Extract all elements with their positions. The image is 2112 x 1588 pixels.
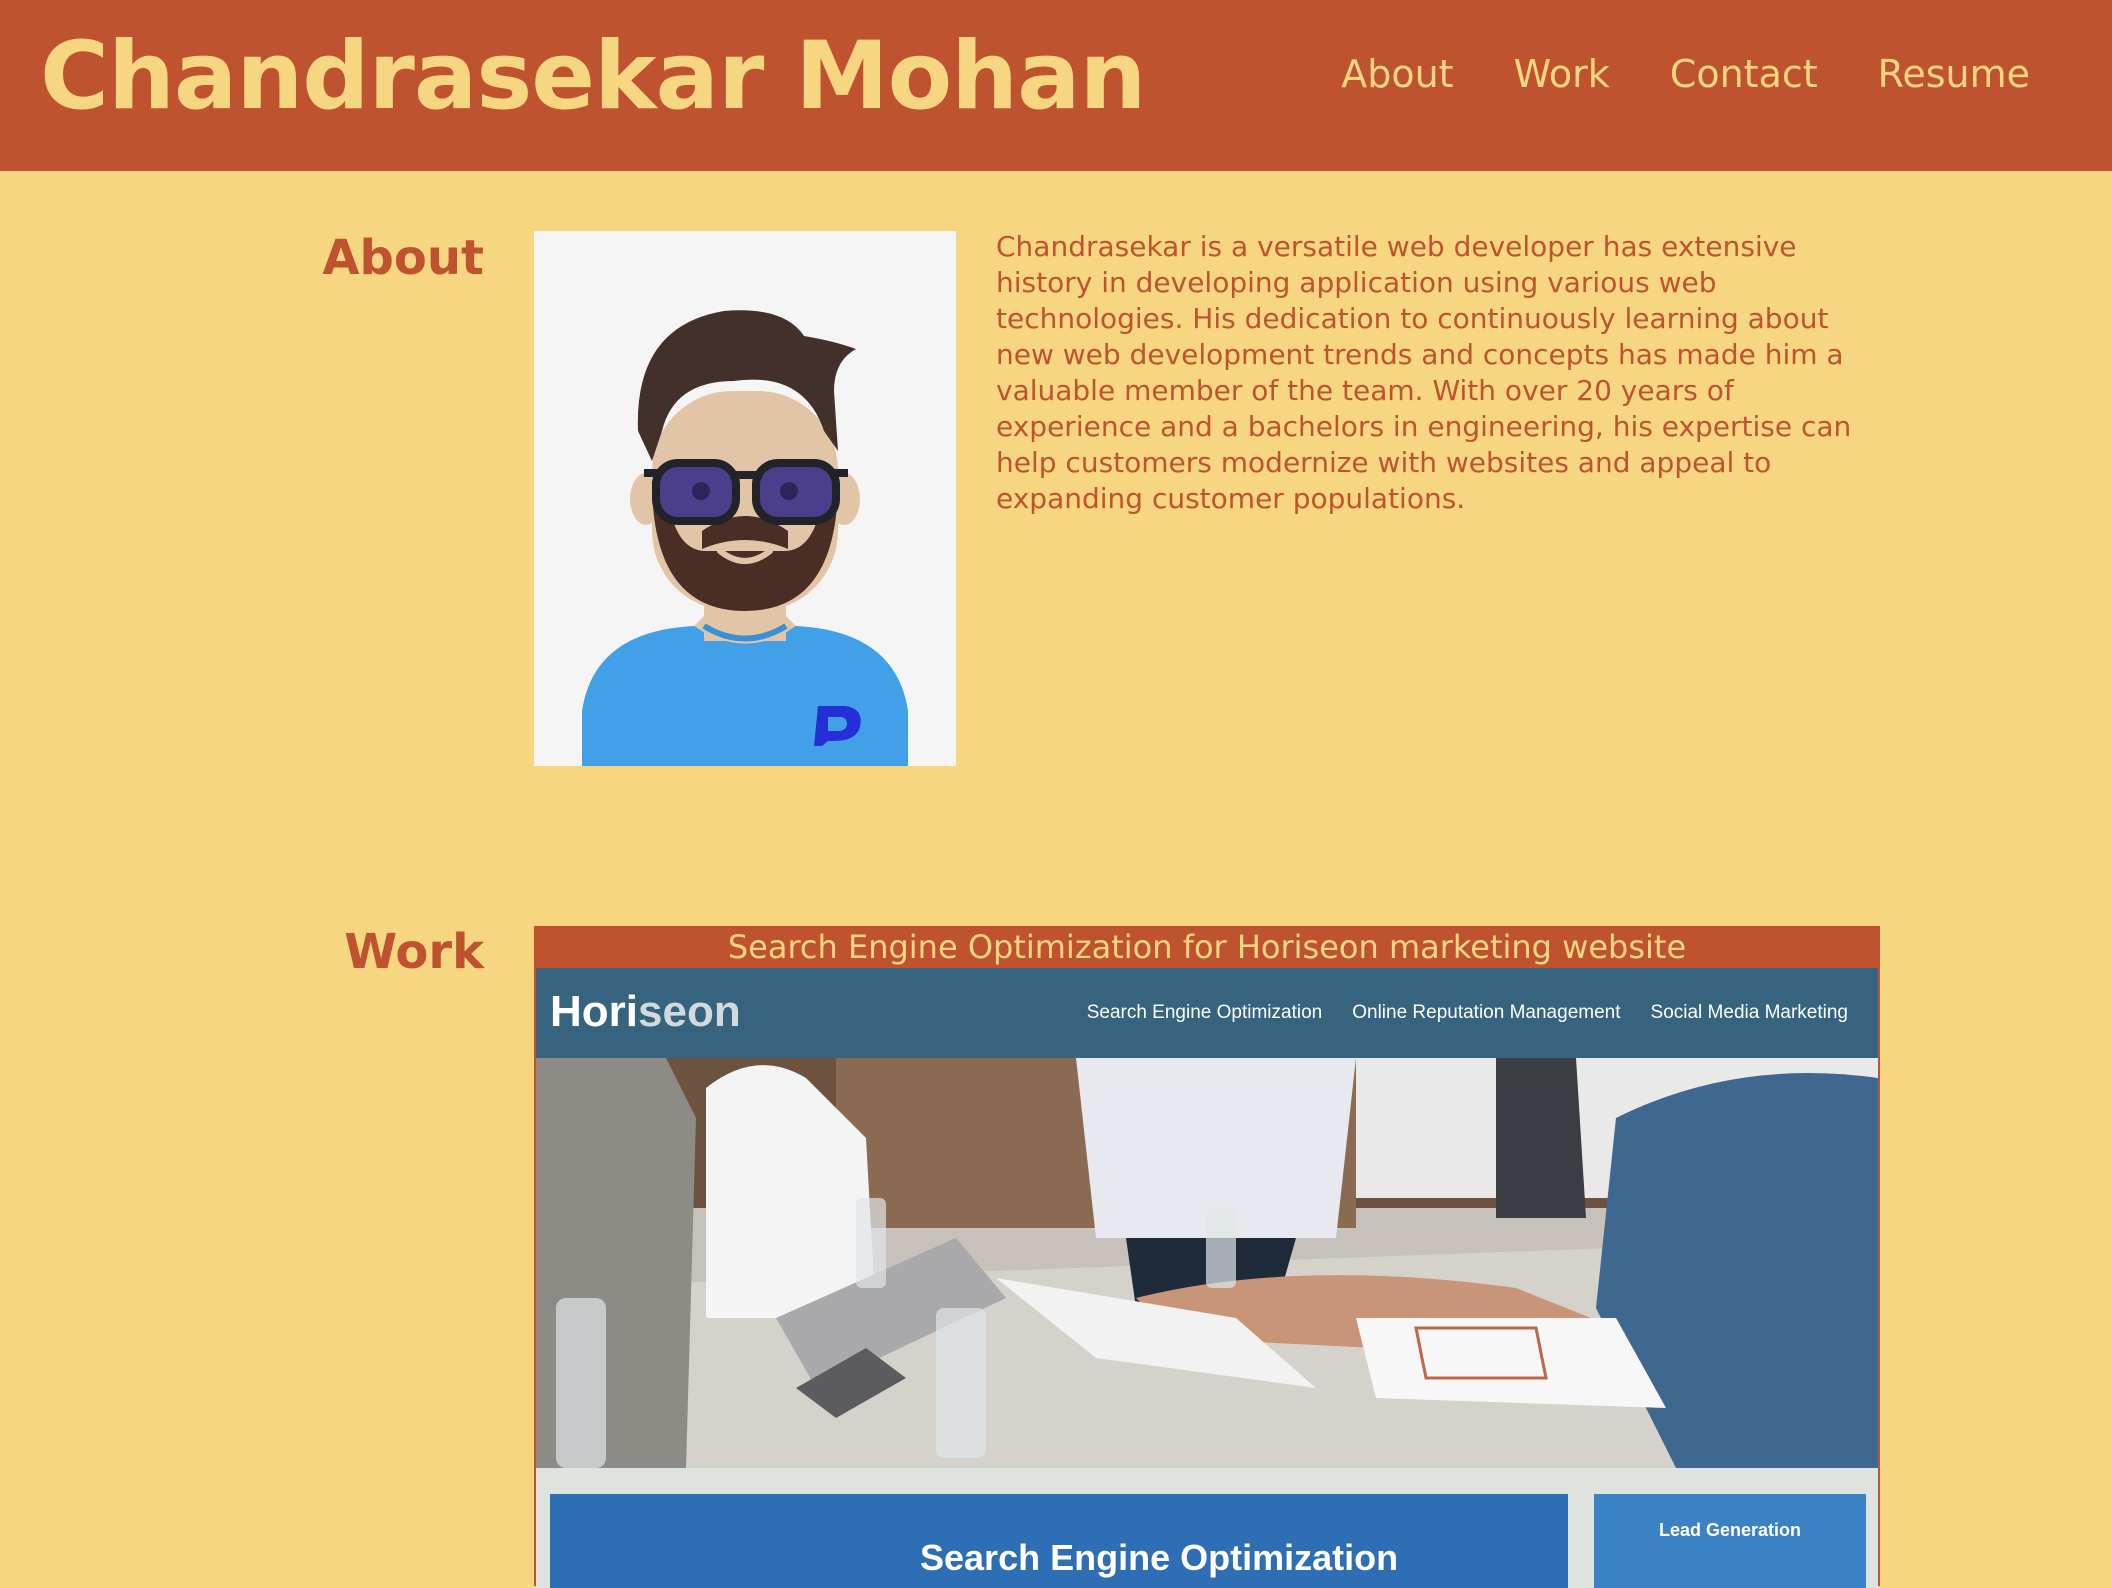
screenshot-nav-item: Search Engine Optimization: [1086, 1002, 1323, 1023]
screenshot-logo-accent: seon: [638, 987, 741, 1036]
site-title: Chandrasekar Mohan: [40, 22, 1146, 131]
screenshot-nav-item: Online Reputation Management: [1352, 1002, 1621, 1023]
nav-link-contact[interactable]: Contact: [1670, 50, 1818, 98]
developer-avatar-icon: [534, 231, 956, 766]
screenshot-logo-main: Hori: [550, 987, 638, 1036]
screenshot-content-title: Search Engine Optimization: [920, 1537, 1399, 1578]
work-heading: Work: [344, 924, 484, 980]
screenshot-sidebar-title: Lead Generation: [1658, 1520, 1802, 1540]
screenshot-hero-image: [536, 1058, 1878, 1468]
screenshot-header: Horiseon Search Engine Optimization Onli…: [536, 968, 1878, 1058]
screenshot-content-panel: Search Engine Optimization: [550, 1494, 1568, 1588]
screenshot-nav-item: Social Media Marketing: [1650, 1002, 1848, 1023]
screenshot-logo: Horiseon: [550, 984, 741, 1040]
nav-link-resume[interactable]: Resume: [1878, 50, 2030, 98]
screenshot-sidebar-panel: Lead Generation: [1594, 1494, 1866, 1588]
nav-link-work[interactable]: Work: [1514, 50, 1610, 98]
main-nav: About Work Contact Resume: [1341, 50, 2030, 98]
project-screenshot[interactable]: Horiseon Search Engine Optimization Onli…: [536, 968, 1878, 1588]
nav-link-about[interactable]: About: [1341, 50, 1453, 98]
screenshot-nav: Search Engine Optimization Online Reputa…: [1087, 998, 1848, 1028]
project-title[interactable]: Search Engine Optimization for Horiseon …: [534, 926, 1880, 968]
project-card[interactable]: Search Engine Optimization for Horiseon …: [534, 926, 1880, 1588]
site-header: Chandrasekar Mohan About Work Contact Re…: [0, 0, 2112, 171]
about-bio: Chandrasekar is a versatile web develope…: [996, 230, 1852, 515]
about-heading: About: [322, 230, 484, 286]
